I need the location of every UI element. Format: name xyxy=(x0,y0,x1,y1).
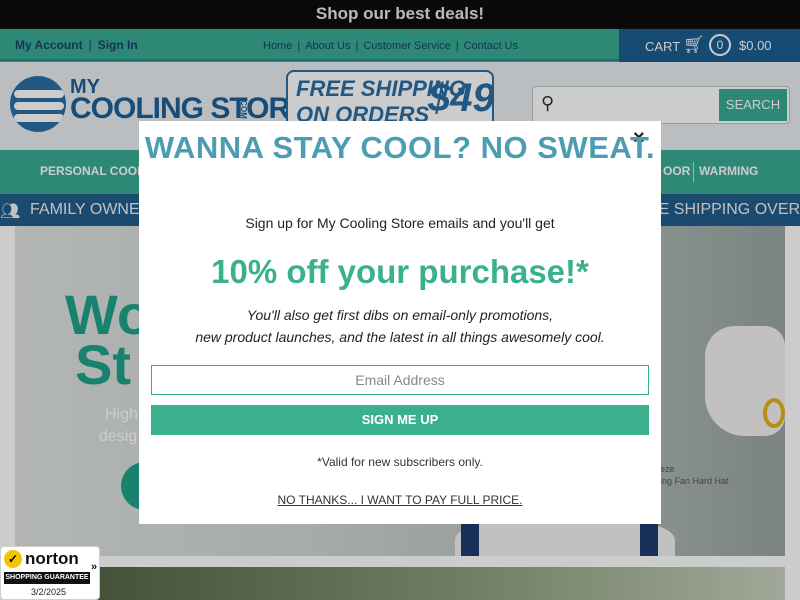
email-field[interactable] xyxy=(151,365,649,395)
norton-arrow-icon: » xyxy=(91,561,98,573)
modal-offer: 10% off your purchase!* xyxy=(211,253,589,290)
valid-note: *Valid for new subscribers only. xyxy=(317,455,483,469)
norton-check-icon: ✓ xyxy=(4,550,22,568)
norton-guarantee: SHOPPING GUARANTEE xyxy=(4,572,90,584)
norton-badge[interactable]: ✓ norton SHOPPING GUARANTEE » 3/2/2025 xyxy=(0,546,100,600)
modal-perk-line1: You'll also get first dibs on email-only… xyxy=(246,307,554,323)
modal-perk-line2: new product launches, and the latest in … xyxy=(195,329,605,345)
modal-intro: Sign up for My Cooling Store emails and … xyxy=(245,215,555,231)
modal-headline: WANNA STAY COOL? NO SWEAT. xyxy=(144,130,656,165)
email-signup-modal: × WANNA STAY COOL? NO SWEAT. Sign up for… xyxy=(139,121,661,524)
no-thanks-link[interactable]: NO THANKS... I WANT TO PAY FULL PRICE. xyxy=(139,493,661,507)
sign-me-up-button[interactable]: SIGN ME UP xyxy=(151,405,649,435)
norton-date: 3/2/2025 xyxy=(31,587,67,597)
norton-brand: norton xyxy=(25,549,79,568)
